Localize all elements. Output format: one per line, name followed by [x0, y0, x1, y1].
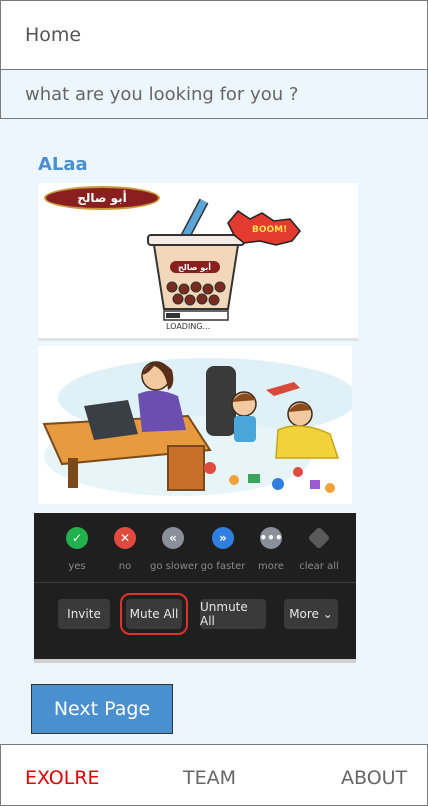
- double-chevron-right-icon: »: [212, 527, 234, 549]
- nav-team[interactable]: TEAM: [183, 767, 236, 789]
- unmute-all-button: Unmute All: [200, 599, 266, 629]
- reaction-label: go faster: [200, 561, 246, 572]
- reactions-row: ✓ yes ✕ no « go slower » go faster ••• m…: [34, 513, 356, 583]
- nav-about[interactable]: ABOUT: [341, 767, 407, 789]
- invite-button: Invite: [58, 599, 110, 629]
- eraser-icon: [307, 526, 331, 550]
- reaction-label: more: [258, 561, 284, 572]
- bubble-tea-illustration: [147, 198, 301, 321]
- reaction-more: ••• more: [248, 527, 294, 572]
- reaction-label: no: [118, 561, 132, 572]
- zoom-controls-image: ✓ yes ✕ no « go slower » go faster ••• m…: [34, 513, 356, 663]
- check-icon: ✓: [66, 527, 88, 549]
- boom-text: BOOM!: [252, 225, 288, 235]
- reaction-label: yes: [68, 561, 86, 572]
- next-page-button[interactable]: Next Page: [31, 684, 173, 734]
- post-image-bubble-tea: أبو صالح أبو صالح BOOM! LOADING...: [38, 183, 358, 341]
- reaction-go-slower: « go slower: [150, 527, 199, 572]
- reaction-label: go slower: [150, 561, 199, 572]
- post-image-family-cartoon: [38, 346, 352, 504]
- reaction-no: ✕ no: [102, 527, 148, 572]
- loading-text: LOADING...: [166, 322, 211, 331]
- more-button: More ⌄: [284, 599, 338, 629]
- page-title: Home: [25, 24, 82, 46]
- double-chevron-left-icon: «: [162, 527, 184, 549]
- more-dots-icon: •••: [260, 527, 283, 549]
- cup-logo-text: أبو صالح: [178, 263, 212, 272]
- reaction-label: clear all: [299, 561, 339, 572]
- family-illustration: [42, 358, 352, 496]
- search-bar[interactable]: [0, 69, 428, 119]
- cross-icon: ✕: [114, 527, 136, 549]
- mute-all-button: Mute All: [120, 593, 188, 635]
- nav-explore[interactable]: EXOLRE: [25, 767, 100, 789]
- post-username: ALaa: [38, 154, 88, 175]
- reaction-clear-all: clear all: [296, 526, 342, 572]
- bottom-nav: EXOLRE TEAM ABOUT: [0, 744, 428, 806]
- top-bar: Home: [0, 0, 428, 70]
- search-input[interactable]: [25, 83, 405, 105]
- reaction-go-faster: » go faster: [200, 527, 246, 572]
- reaction-yes: ✓ yes: [54, 527, 100, 572]
